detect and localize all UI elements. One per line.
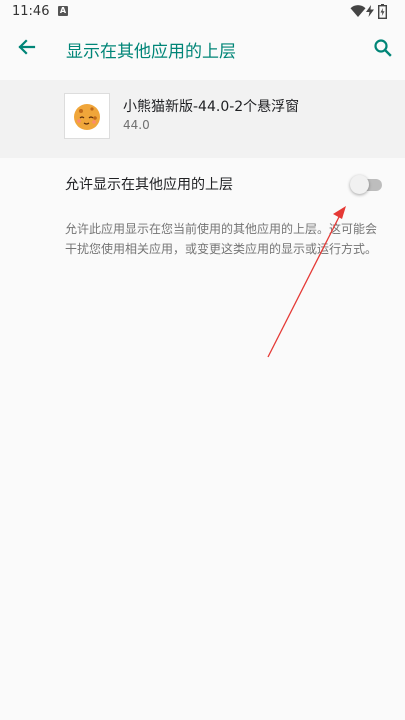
notification-icon: A	[58, 6, 68, 16]
status-bar: 11:46 A	[0, 0, 405, 24]
overlay-permission-label: 允许显示在其他应用的上层	[65, 177, 233, 193]
charging-icon	[366, 5, 374, 17]
back-button[interactable]	[12, 32, 42, 62]
app-name: 小熊猫新版-44.0-2个悬浮窗	[123, 99, 300, 115]
wifi-icon	[350, 5, 366, 17]
switch-thumb	[350, 175, 369, 194]
overlay-permission-row[interactable]: 允许显示在其他应用的上层	[0, 160, 405, 208]
battery-charging-icon	[378, 4, 387, 19]
search-icon	[374, 39, 392, 57]
app-version: 44.0	[123, 118, 150, 132]
arrow-back-icon	[18, 39, 36, 55]
page-title: 显示在其他应用的上层	[66, 42, 236, 62]
permission-description: 允许此应用显示在您当前使用的其他应用的上层。这可能会干扰您使用相关应用，或变更这…	[65, 222, 378, 256]
overlay-permission-switch[interactable]	[350, 175, 382, 194]
app-header	[0, 80, 405, 158]
search-button[interactable]	[370, 35, 396, 61]
app-icon	[64, 93, 110, 139]
app-bar: 显示在其他应用的上层	[0, 24, 405, 72]
status-time: 11:46	[12, 4, 50, 19]
